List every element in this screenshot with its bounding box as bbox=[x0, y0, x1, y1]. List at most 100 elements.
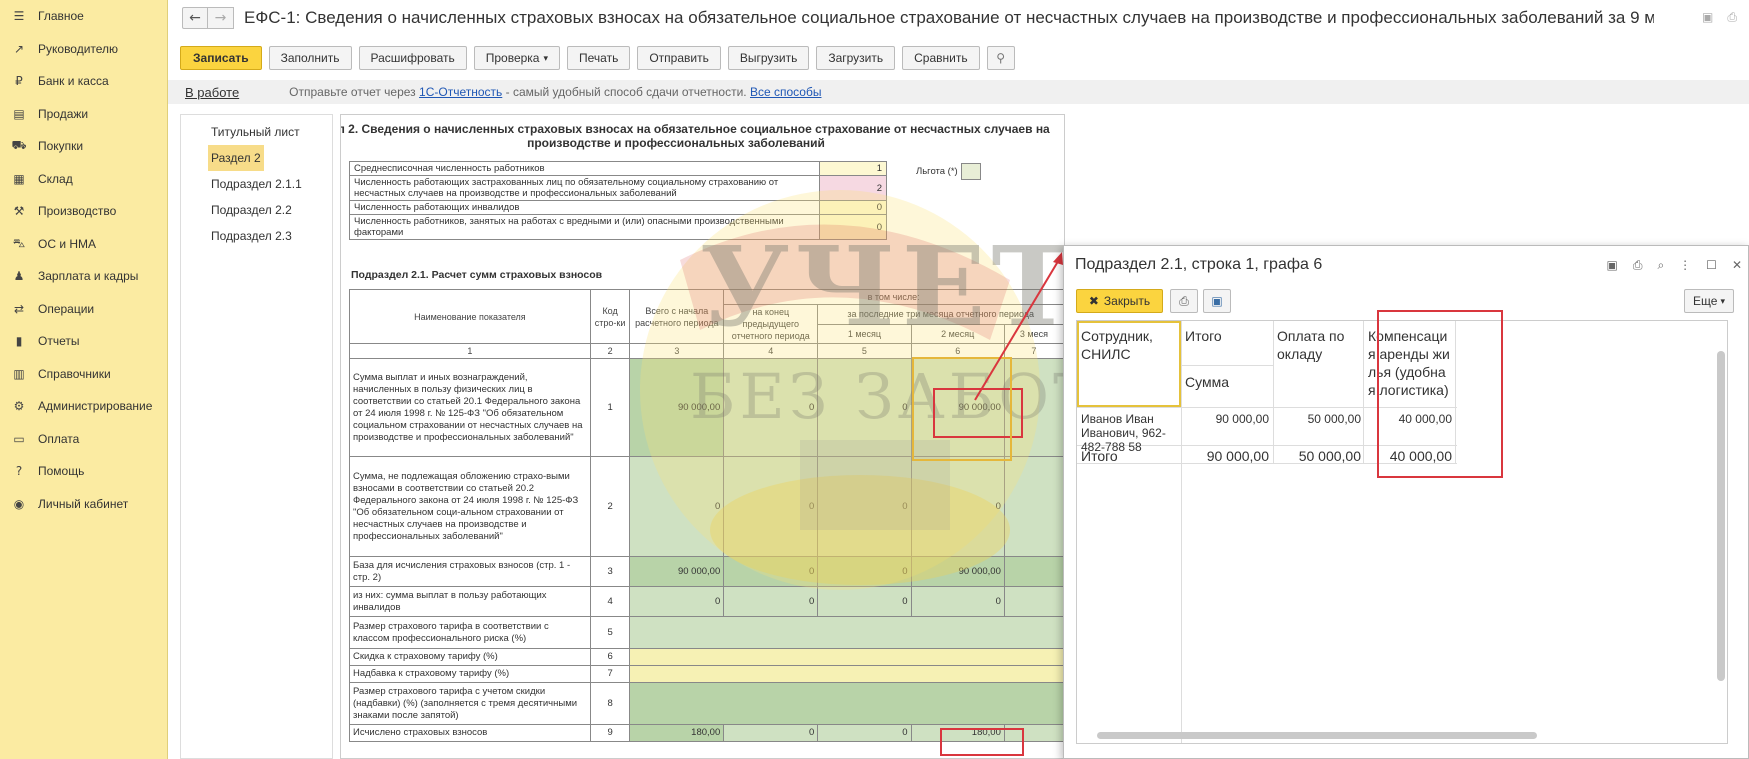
value-cell[interactable]: 1 bbox=[819, 161, 887, 176]
total-cell[interactable]: 0 bbox=[629, 586, 725, 617]
save-icon[interactable]: ▣ bbox=[1606, 258, 1617, 273]
benefit-field: Льгота (*) bbox=[916, 163, 981, 180]
month3-cell[interactable] bbox=[1003, 556, 1064, 587]
month1-cell[interactable]: 0 bbox=[817, 724, 912, 742]
adjusted-rate-cell[interactable] bbox=[629, 682, 1064, 725]
info-text-1: Отправьте отчет через bbox=[289, 85, 416, 99]
export-button[interactable]: Выгрузить bbox=[727, 46, 810, 70]
sidebar-item-purchases[interactable]: ⛟ Покупки bbox=[0, 130, 167, 163]
total-cell[interactable]: 90 000,00 bbox=[629, 358, 725, 457]
sidebar-item-payroll[interactable]: ♟ Зарплата и кадры bbox=[0, 260, 167, 293]
sidebar-item-help[interactable]: ? Помощь bbox=[0, 455, 167, 488]
prev-cell[interactable]: 0 bbox=[723, 358, 819, 457]
prev-cell[interactable]: 0 bbox=[723, 586, 819, 617]
toolbar: Записать Заполнить Расшифровать Проверка… bbox=[168, 46, 1015, 70]
month3-cell[interactable] bbox=[1003, 586, 1064, 617]
sidebar-item-account[interactable]: ◉ Личный кабинет bbox=[0, 488, 167, 521]
close-button[interactable]: ✖ Закрыть bbox=[1076, 289, 1163, 313]
total-cell[interactable]: 180,00 bbox=[629, 724, 725, 742]
section-2-1-1[interactable]: Подраздел 2.1.1 bbox=[181, 171, 332, 197]
itogo-cell[interactable]: 90 000,00 bbox=[1185, 412, 1269, 426]
close-icon[interactable]: ✕ bbox=[1732, 258, 1742, 273]
benefit-checkbox[interactable] bbox=[960, 163, 981, 180]
prev-cell[interactable]: 0 bbox=[723, 724, 819, 742]
sidebar-item-production[interactable]: ⚒ Производство bbox=[0, 195, 167, 228]
month1-cell[interactable]: 0 bbox=[817, 586, 912, 617]
section-2-3[interactable]: Подраздел 2.3 bbox=[181, 223, 332, 249]
header-employee: Сотрудник, СНИЛС bbox=[1081, 328, 1153, 362]
back-button[interactable]: ← bbox=[182, 7, 208, 29]
import-button[interactable]: Загрузить bbox=[816, 46, 896, 70]
status-link[interactable]: В работе bbox=[185, 85, 239, 100]
month3-cell[interactable] bbox=[1003, 358, 1064, 457]
month2-cell[interactable]: 0 bbox=[910, 456, 1005, 557]
header-icons: ▣ ⎙ bbox=[1702, 10, 1737, 25]
more-button[interactable]: Еще ▾ bbox=[1684, 289, 1734, 313]
month3-cell[interactable] bbox=[1003, 456, 1064, 557]
sidebar-item-main[interactable]: ☰ Главное bbox=[0, 0, 167, 33]
all-methods-link[interactable]: Все способы bbox=[750, 85, 822, 99]
save-button[interactable]: Записать bbox=[180, 46, 262, 70]
page-title: ЕФС-1: Сведения о начисленных страховых … bbox=[244, 8, 1654, 27]
print-button[interactable]: ⎙ bbox=[1170, 289, 1198, 313]
sidebar-item-label: Покупки bbox=[38, 139, 84, 154]
section-2-2[interactable]: Подраздел 2.2 bbox=[181, 197, 332, 223]
rate-cell[interactable] bbox=[629, 616, 1064, 649]
month3-cell[interactable] bbox=[1003, 724, 1064, 742]
reporting-link[interactable]: 1С-Отчетность bbox=[419, 85, 502, 99]
print-icon[interactable]: ⎙ bbox=[1633, 258, 1643, 273]
prev-cell[interactable]: 0 bbox=[723, 556, 819, 587]
month1-cell[interactable]: 0 bbox=[817, 456, 912, 557]
value-cell[interactable]: 0 bbox=[819, 214, 887, 240]
sidebar-item-operations[interactable]: ⇄ Операции bbox=[0, 293, 167, 326]
fill-button[interactable]: Заполнить bbox=[268, 46, 352, 70]
preview-icon[interactable]: ⌕ bbox=[1657, 258, 1664, 273]
decode-button[interactable]: Расшифровать bbox=[358, 46, 467, 70]
section-2[interactable]: Раздел 2 bbox=[208, 145, 264, 171]
month2-cell[interactable]: 0 bbox=[910, 586, 1005, 617]
attachment-icon[interactable]: ⚲ bbox=[986, 46, 1015, 70]
value-cell[interactable]: 0 bbox=[819, 200, 887, 215]
value-cell[interactable]: 2 bbox=[819, 175, 887, 201]
sidebar-item-admin[interactable]: ⚙ Администрирование bbox=[0, 390, 167, 423]
warehouse-icon: ▦ bbox=[13, 171, 25, 186]
header-month3: 3 меся bbox=[1003, 323, 1064, 344]
maximize-icon[interactable]: ☐ bbox=[1706, 258, 1717, 273]
sidebar-item-warehouse[interactable]: ▦ Склад bbox=[0, 163, 167, 196]
more-vertical-icon[interactable]: ⋮ bbox=[1679, 258, 1691, 273]
section-title-page[interactable]: Титульный лист bbox=[181, 119, 332, 145]
salary-cell[interactable]: 50 000,00 bbox=[1277, 412, 1361, 426]
sidebar-item-assets[interactable]: ⛍ ОС и НМА bbox=[0, 228, 167, 261]
surcharge-cell[interactable] bbox=[629, 665, 1064, 683]
vertical-scrollbar[interactable] bbox=[1717, 351, 1725, 681]
row-code: 5 bbox=[589, 616, 631, 649]
row-code: 8 bbox=[589, 682, 631, 725]
total-salary: 50 000,00 bbox=[1298, 448, 1361, 464]
card-icon: ▭ bbox=[13, 431, 25, 446]
month2-cell[interactable]: 90 000,00 bbox=[910, 556, 1005, 587]
discount-cell[interactable] bbox=[629, 648, 1064, 666]
month1-cell[interactable]: 0 bbox=[817, 556, 912, 587]
month2-cell[interactable]: 180,00 bbox=[910, 724, 1005, 742]
check-button[interactable]: Проверка ▾ bbox=[473, 46, 561, 70]
send-button[interactable]: Отправить bbox=[637, 46, 721, 70]
compare-button[interactable]: Сравнить bbox=[902, 46, 980, 70]
sidebar-item-bank[interactable]: ₽ Банк и касса bbox=[0, 65, 167, 98]
sidebar-item-sales[interactable]: ▤ Продажи bbox=[0, 98, 167, 131]
print-button[interactable]: Печать bbox=[567, 46, 631, 70]
sidebar-item-directories[interactable]: ▥ Справочники bbox=[0, 358, 167, 391]
sidebar-item-reports[interactable]: ▮ Отчеты bbox=[0, 325, 167, 358]
sidebar-item-manager[interactable]: ↗ Руководителю bbox=[0, 33, 167, 66]
forward-button[interactable]: → bbox=[208, 7, 234, 29]
total-cell[interactable]: 0 bbox=[629, 456, 725, 557]
print-icon[interactable]: ⎙ bbox=[1727, 10, 1737, 25]
horizontal-scrollbar[interactable] bbox=[1097, 732, 1537, 739]
sidebar-item-payment[interactable]: ▭ Оплата bbox=[0, 423, 167, 456]
prev-cell[interactable]: 0 bbox=[723, 456, 819, 557]
month2-cell[interactable]: 90 000,00 bbox=[910, 358, 1005, 457]
compensation-cell[interactable]: 40 000,00 bbox=[1368, 412, 1452, 426]
month1-cell[interactable]: 0 bbox=[817, 358, 912, 457]
save-icon[interactable]: ▣ bbox=[1702, 10, 1713, 25]
save-button[interactable]: ▣ bbox=[1203, 289, 1231, 313]
total-cell[interactable]: 90 000,00 bbox=[629, 556, 725, 587]
